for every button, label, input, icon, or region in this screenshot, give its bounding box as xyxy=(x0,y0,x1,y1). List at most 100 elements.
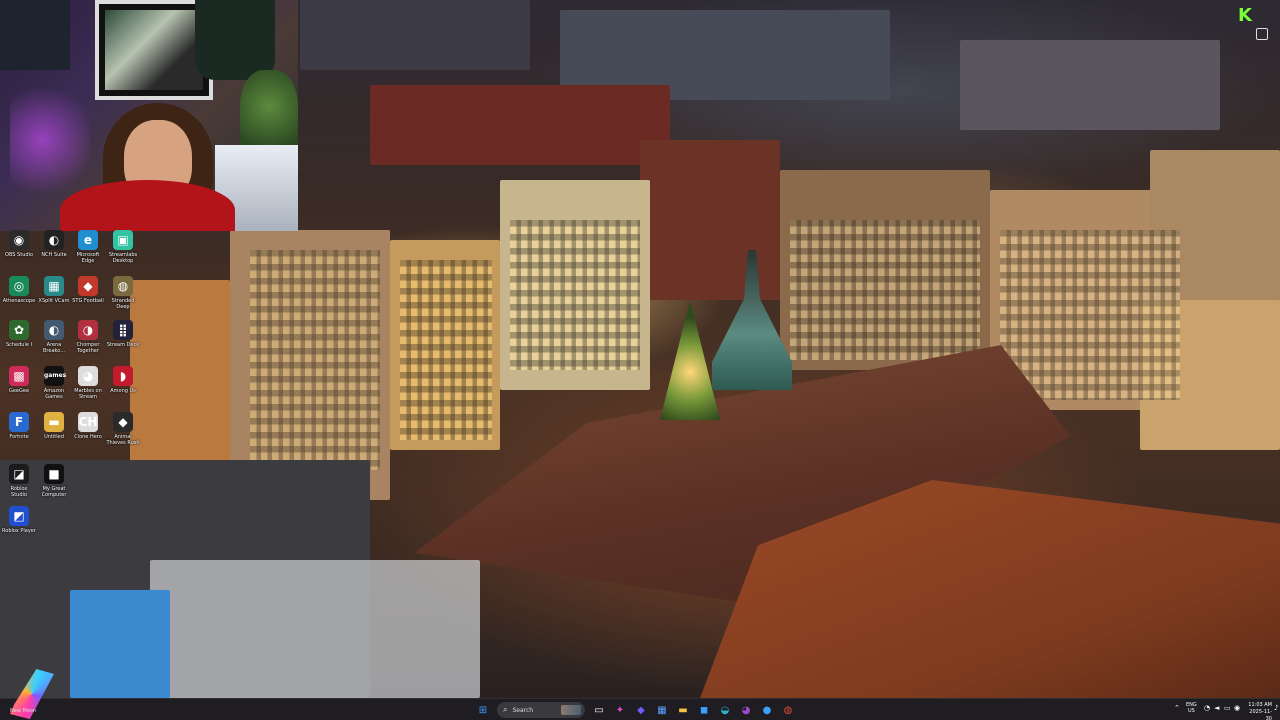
athenascope-icon: ◎ xyxy=(9,276,29,296)
desktop-icon-label: Marbles on Stream xyxy=(74,388,102,400)
chevron-up-icon[interactable]: ⌃ xyxy=(1174,704,1180,712)
chomper-icon: ◑ xyxy=(78,320,98,340)
desktop-icon-label: Athenascope xyxy=(2,298,36,304)
building-windows xyxy=(790,220,980,360)
taskbar-app-teams[interactable]: ◆ xyxy=(632,701,650,719)
geegee-icon: ▩ xyxy=(9,366,29,386)
search-highlight-image xyxy=(561,705,581,715)
desktop-icon-athenascope[interactable]: ◎ Athenascope xyxy=(2,276,36,304)
desktop-icon-label: Among Us xyxy=(110,388,136,394)
building xyxy=(150,560,480,698)
desktop-icon-schedule[interactable]: ✿ Schedule I xyxy=(2,320,36,348)
battery-icon[interactable]: ▭ xyxy=(1224,704,1231,712)
desktop-icon-obs[interactable]: ◉ OBS Studio xyxy=(2,230,36,258)
taskbar-app-spotify[interactable]: ● xyxy=(758,701,776,719)
taskbar-app-edge[interactable]: ◒ xyxy=(716,701,734,719)
thieves-icon: ◆ xyxy=(113,412,133,432)
clock[interactable]: 11:03 AM 2025-11-30 xyxy=(1248,702,1272,720)
wifi-icon[interactable]: ◔ xyxy=(1204,704,1210,712)
desktop-icon-streamdeck[interactable]: ⣿ Stream Deck xyxy=(106,320,140,348)
language-indicator[interactable]: ENG US xyxy=(1186,702,1197,714)
taskbar-app-copilot[interactable]: ✦ xyxy=(611,701,629,719)
desktop-icon-games[interactable]: games Amazon Games xyxy=(37,366,71,400)
taskbar-app-taskview[interactable]: ▭ xyxy=(590,701,608,719)
taskbar-app-onenote[interactable]: ◕ xyxy=(737,701,755,719)
desktop-icon-stgfootball[interactable]: ◆ STG Football xyxy=(71,276,105,304)
building xyxy=(130,280,230,490)
jersey xyxy=(0,0,70,70)
desktop-icon-label: Streamlabs Desktop xyxy=(108,252,138,264)
stranded-icon: ◍ xyxy=(113,276,133,296)
webcam-overlay xyxy=(0,0,298,231)
desktop-icon-xsplit[interactable]: ▦ XSplit VCam xyxy=(37,276,71,304)
desktop-icon-label: XSplit VCam xyxy=(38,298,70,304)
desktop-icon-label: My Great Computer xyxy=(41,486,67,498)
streamer-shirt xyxy=(60,180,235,231)
desktop-icon-mygreat[interactable]: ■ My Great Computer xyxy=(37,464,71,498)
desktop-icon-label: Amazon Games xyxy=(43,388,65,400)
neon-light xyxy=(10,80,90,200)
building-windows xyxy=(1000,230,1180,400)
desktop-icon-edge[interactable]: e Microsoft Edge xyxy=(71,230,105,264)
building xyxy=(300,0,530,70)
taskbar-app-chrome[interactable]: ◍ xyxy=(779,701,797,719)
desktop-icon-untitled[interactable]: ▬ Untitled xyxy=(37,412,71,440)
bell-icon[interactable]: ♪ xyxy=(1274,704,1278,712)
taskbar-app-explorer[interactable]: ▬ xyxy=(674,701,692,719)
start-button[interactable]: ⊞ xyxy=(474,701,492,719)
desktop-icon-label: Fortnite xyxy=(9,434,29,440)
system-tray: ⌃ ENG US ◔ ◄ ▭ ◉ 11:03 AM 2025-11-30 ♪ xyxy=(1150,699,1280,720)
desktop-icon-label: STG Football xyxy=(72,298,104,304)
desktop-icon-among[interactable]: ◗ Among Us xyxy=(106,366,140,394)
desktop-icon-label: OBS Studio xyxy=(5,252,33,258)
building-windows xyxy=(510,220,640,370)
taskbar-center: ⊞ ⌕ Search ▭ ✦ ◆ ▦ ▬ ◼ ◒ ◕ ● ◍ xyxy=(474,700,797,720)
stgfootball-icon: ◆ xyxy=(78,276,98,296)
desktop-icon-marbles[interactable]: ◕ Marbles on Stream xyxy=(71,366,105,400)
edge-icon: e xyxy=(78,230,98,250)
notification-icon[interactable]: ◉ xyxy=(1234,704,1240,712)
copilot-icon: ✦ xyxy=(615,704,625,716)
untitled-icon: ▬ xyxy=(44,412,64,432)
mygreat-icon: ■ xyxy=(44,464,64,484)
search-box[interactable]: ⌕ Search xyxy=(497,702,585,718)
obs-icon: ◉ xyxy=(9,230,29,250)
edge-icon: ◒ xyxy=(720,704,730,716)
building-windows xyxy=(250,250,380,470)
desktop-icon-nch[interactable]: ◐ NCH Suite xyxy=(37,230,71,258)
teams-icon: ◆ xyxy=(637,704,645,716)
explorer-icon: ▬ xyxy=(678,704,688,716)
store-icon: ◼ xyxy=(699,704,709,716)
weather-text: New Moon xyxy=(10,708,37,714)
jersey xyxy=(195,0,275,80)
desktop-icon-fortnite[interactable]: F Fortnite xyxy=(2,412,36,440)
desktop-icon-clone[interactable]: CH Clone Hero xyxy=(71,412,105,440)
volume-icon[interactable]: ◄ xyxy=(1214,704,1219,712)
desktop-icon-streamlabs[interactable]: ▣ Streamlabs Desktop xyxy=(106,230,140,264)
desktop-icon-chomper[interactable]: ◑ Chomper Together xyxy=(71,320,105,354)
taskbar-app-widgets[interactable]: ▦ xyxy=(653,701,671,719)
desktop-icon-robloxplayer[interactable]: ◩ Roblox Player xyxy=(2,506,36,534)
logo-badge-icon xyxy=(1256,28,1268,40)
christmas-tree xyxy=(660,300,720,420)
arena-icon: ◐ xyxy=(44,320,64,340)
weather-widget[interactable]: New Moon xyxy=(4,669,64,720)
desktop-icon-label: Arena Breako... xyxy=(43,342,65,354)
clock-time: 11:03 AM xyxy=(1248,702,1272,708)
building xyxy=(640,140,780,300)
desktop-icon-thieves[interactable]: ◆ Animal Thieves Rush xyxy=(106,412,140,446)
nch-icon: ◐ xyxy=(44,230,64,250)
fortnite-icon: F xyxy=(9,412,29,432)
desktop-icon-label: Chomper Together xyxy=(76,342,100,354)
robloxstudio-icon: ◪ xyxy=(9,464,29,484)
desktop-icon-robloxstudio[interactable]: ◪ Roblox Studio xyxy=(2,464,36,498)
taskbar-app-store[interactable]: ◼ xyxy=(695,701,713,719)
desktop-icon-label: Clone Hero xyxy=(74,434,102,440)
taskview-icon: ▭ xyxy=(594,704,604,716)
building-windows xyxy=(400,260,492,440)
desktop-icon-geegee[interactable]: ▩ GeeGee xyxy=(2,366,36,394)
desktop-icon-stranded[interactable]: ◍ Stranded Deep xyxy=(106,276,140,310)
desktop-icon-arena[interactable]: ◐ Arena Breako... xyxy=(37,320,71,354)
xsplit-icon: ▦ xyxy=(44,276,64,296)
spotify-icon: ● xyxy=(762,704,772,716)
